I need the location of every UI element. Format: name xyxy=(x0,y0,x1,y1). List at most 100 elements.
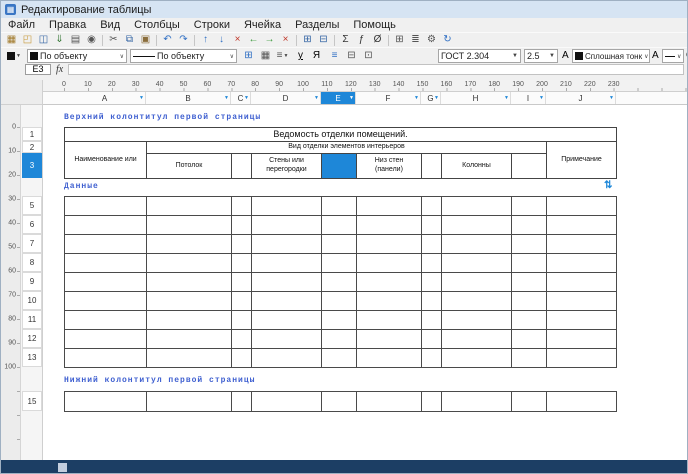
cut-button[interactable]: ✂ xyxy=(106,33,121,47)
grid-cell[interactable] xyxy=(512,330,547,349)
menu-sections[interactable]: Разделы xyxy=(288,18,346,32)
menu-view[interactable]: Вид xyxy=(93,18,127,32)
grid-cell[interactable] xyxy=(147,292,232,311)
column-dropdown-icon[interactable]: ▼ xyxy=(224,95,229,101)
grid-cell[interactable] xyxy=(232,197,252,216)
grid-cell[interactable] xyxy=(512,254,547,273)
cell-name-header[interactable]: Наименование или xyxy=(65,142,147,179)
grid-cell[interactable] xyxy=(547,349,617,368)
grid-cell[interactable] xyxy=(357,254,422,273)
grid-cell[interactable] xyxy=(147,216,232,235)
grid-cell[interactable] xyxy=(357,311,422,330)
settings-button[interactable]: ⚙ xyxy=(424,33,439,47)
menu-help[interactable]: Помощь xyxy=(346,18,403,32)
grid-cell[interactable] xyxy=(547,197,617,216)
align-menu-button[interactable]: ≡▼ xyxy=(275,49,290,63)
grid-cell[interactable] xyxy=(442,197,512,216)
grid-cell[interactable] xyxy=(322,216,357,235)
grid-cell[interactable] xyxy=(232,311,252,330)
grid-cell[interactable] xyxy=(512,392,547,412)
grid-cell[interactable] xyxy=(232,235,252,254)
cell-ceiling-header[interactable]: Потолок xyxy=(147,154,232,179)
grid-cell[interactable] xyxy=(547,273,617,292)
grid-cell[interactable] xyxy=(65,292,147,311)
grid-cell[interactable] xyxy=(547,392,617,412)
row-header-8[interactable]: 8 xyxy=(22,253,42,272)
grid-cell[interactable] xyxy=(322,330,357,349)
grid-cell[interactable] xyxy=(252,349,322,368)
grid-cell[interactable] xyxy=(357,392,422,412)
grid-cell[interactable] xyxy=(147,197,232,216)
grid-cell[interactable] xyxy=(232,292,252,311)
vertical-align-button[interactable]: ⊟ xyxy=(344,49,359,63)
column-dropdown-icon[interactable]: ▼ xyxy=(609,95,614,101)
row-header-6[interactable]: 6 xyxy=(22,215,42,234)
delete-row-button[interactable]: × xyxy=(230,33,245,47)
grid-cell[interactable] xyxy=(65,216,147,235)
grid-cell[interactable] xyxy=(322,254,357,273)
grid-cell[interactable] xyxy=(547,254,617,273)
grid-cell[interactable] xyxy=(232,273,252,292)
grid-cell[interactable] xyxy=(442,292,512,311)
grid-cell[interactable] xyxy=(322,273,357,292)
diameter-symbol-button[interactable]: Ø xyxy=(370,33,385,47)
grid-cell[interactable] xyxy=(442,254,512,273)
column-header-c[interactable]: C▼ xyxy=(231,92,251,104)
grid-cell[interactable] xyxy=(422,235,442,254)
cell-e3-selected[interactable] xyxy=(322,154,357,179)
cell-table-title[interactable]: Ведомость отделки помещений. xyxy=(65,128,617,142)
row-header-3[interactable]: 3 xyxy=(22,153,42,178)
grid-cell[interactable] xyxy=(232,254,252,273)
row-header-9[interactable]: 9 xyxy=(22,272,42,291)
grid-cell[interactable] xyxy=(322,292,357,311)
grid-cell[interactable] xyxy=(357,235,422,254)
column-dropdown-icon[interactable]: ▼ xyxy=(414,95,419,101)
menu-rows[interactable]: Строки xyxy=(187,18,237,32)
grid-cell[interactable] xyxy=(252,392,322,412)
font-combo[interactable]: ГОСТ 2.304 ▼ xyxy=(438,49,521,63)
cell-borders-button[interactable]: ⊞ xyxy=(241,49,256,63)
grid-cell[interactable] xyxy=(422,392,442,412)
open-table-button[interactable]: ◰ xyxy=(20,33,35,47)
grid-cell[interactable] xyxy=(252,292,322,311)
grid-cell[interactable] xyxy=(65,311,147,330)
grid-cell[interactable] xyxy=(252,254,322,273)
column-dropdown-icon[interactable]: ▼ xyxy=(539,95,544,101)
column-header-a[interactable]: A▼ xyxy=(64,92,146,104)
borders-button[interactable]: ⊞ xyxy=(392,33,407,47)
grid-cell[interactable] xyxy=(147,330,232,349)
delete-col-button[interactable]: × xyxy=(278,33,293,47)
undo-button[interactable]: ↶ xyxy=(160,33,175,47)
grid-cell[interactable] xyxy=(547,235,617,254)
grid-cell[interactable] xyxy=(422,349,442,368)
cell-group-header[interactable]: Вид отделки элементов интерьеров xyxy=(147,142,547,154)
formula-button[interactable]: ƒ xyxy=(354,33,369,47)
grid-cell[interactable] xyxy=(422,216,442,235)
column-dropdown-icon[interactable]: ▼ xyxy=(139,95,144,101)
column-dropdown-icon[interactable]: ▼ xyxy=(244,95,249,101)
cell-fill-button[interactable]: ▦ xyxy=(258,49,273,63)
grid-cell[interactable] xyxy=(147,349,232,368)
grid-cell[interactable] xyxy=(422,311,442,330)
grid-cell[interactable] xyxy=(442,349,512,368)
grid-cell[interactable] xyxy=(232,216,252,235)
cell-walls-header[interactable]: Стены или перегородки xyxy=(252,154,322,179)
grid-cell[interactable] xyxy=(252,311,322,330)
insert-row-below-button[interactable]: ↓ xyxy=(214,33,229,47)
grid-cell[interactable] xyxy=(65,330,147,349)
grid-cell[interactable] xyxy=(252,330,322,349)
autosort-icon[interactable]: ⇅ xyxy=(604,180,612,191)
grid-cell[interactable] xyxy=(65,349,147,368)
grid-cell[interactable] xyxy=(547,311,617,330)
grid-cell[interactable] xyxy=(147,311,232,330)
column-dropdown-icon[interactable]: ▼ xyxy=(434,95,439,101)
row-header-10[interactable]: 10 xyxy=(22,291,42,310)
grid-cell[interactable] xyxy=(512,273,547,292)
grid-cell[interactable] xyxy=(252,216,322,235)
grid-cell[interactable] xyxy=(65,235,147,254)
column-header-f[interactable]: F▼ xyxy=(356,92,421,104)
grid-cell[interactable] xyxy=(232,392,252,412)
row-header-5[interactable]: 5 xyxy=(22,196,42,215)
grid-cell[interactable] xyxy=(512,311,547,330)
row-header-13[interactable]: 13 xyxy=(22,348,42,367)
